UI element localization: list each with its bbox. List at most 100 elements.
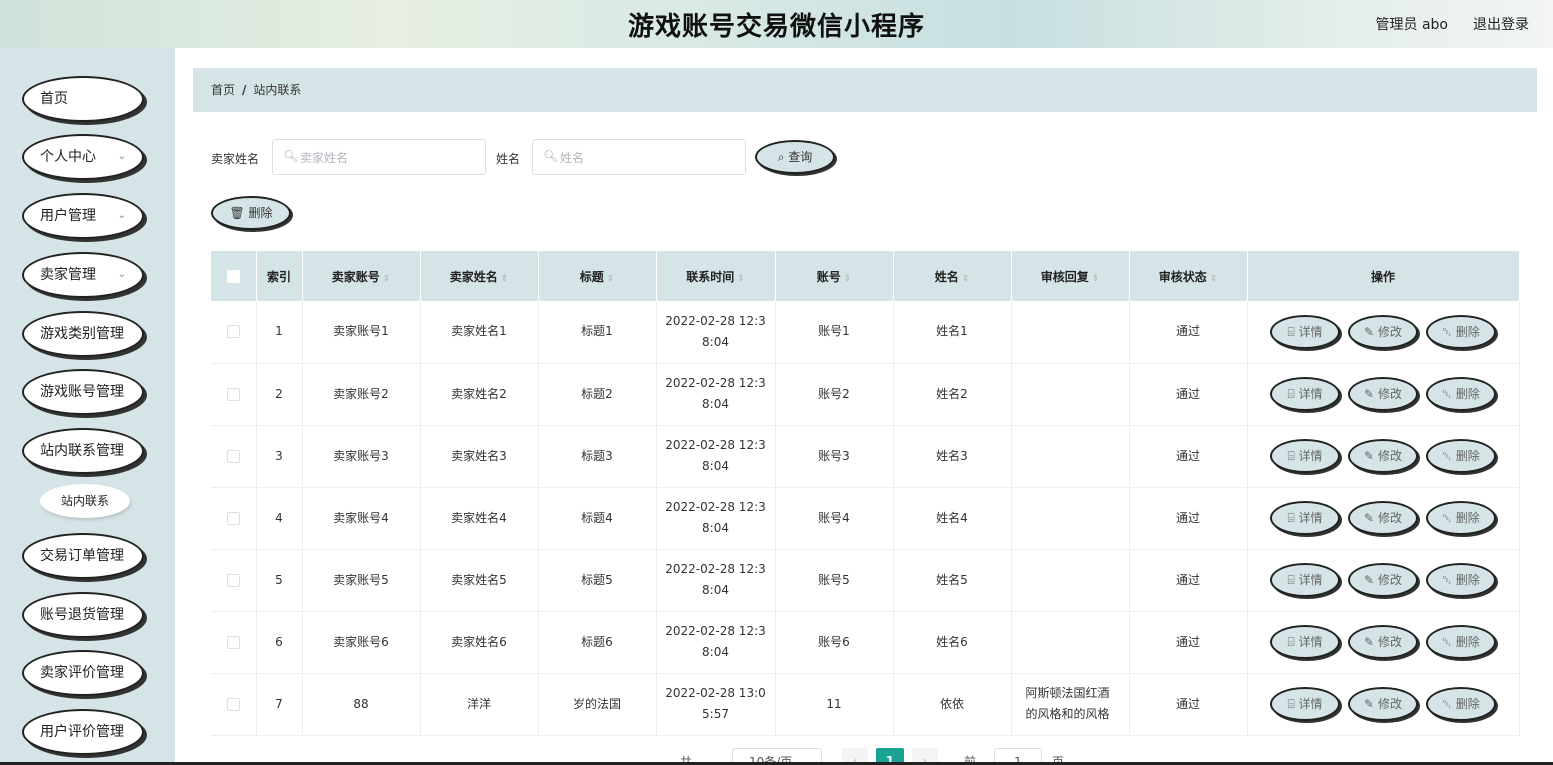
- cell-review-status: 通过: [1129, 301, 1248, 363]
- document-icon: ⌸: [1287, 387, 1295, 401]
- sidebar-item-game-category[interactable]: 游戏类别管理: [22, 311, 144, 357]
- detail-button[interactable]: ⌸ 详情: [1270, 625, 1340, 659]
- row-select-cell[interactable]: [211, 673, 257, 735]
- chevron-down-icon: ⌄: [117, 269, 126, 280]
- cell-name: 姓名1: [893, 301, 1012, 363]
- edit-button[interactable]: ✎ 修改: [1348, 377, 1418, 411]
- delete-button[interactable]: ␡ 删除: [1426, 377, 1496, 411]
- document-icon: ⌸: [1287, 511, 1295, 525]
- cell-name: 姓名4: [893, 487, 1012, 549]
- edit-button-label: 修改: [1377, 697, 1402, 711]
- edit-button[interactable]: ✎ 修改: [1348, 439, 1418, 473]
- row-select-cell[interactable]: [211, 611, 257, 673]
- cell-review-reply: [1011, 363, 1130, 425]
- table-row: 7 88 洋洋 岁的法国 2022-02-28 13:0 5:57 11 依依 阿斯顿法国红酒的…: [211, 673, 1520, 735]
- sidebar-item-trade-orders[interactable]: 交易订单管理: [22, 533, 144, 579]
- cell-review-status: 通过: [1129, 425, 1248, 487]
- detail-button-label: 详情: [1298, 573, 1323, 587]
- header-seller-account[interactable]: 卖家账号 ⇕: [302, 251, 421, 301]
- cell-title: 标题3: [538, 425, 657, 487]
- sort-icon[interactable]: ⇕: [1092, 274, 1100, 284]
- header-name[interactable]: 姓名 ⇕: [893, 251, 1012, 301]
- sidebar-item-user-management[interactable]: 用户管理 ⌄: [22, 193, 144, 239]
- sort-icon[interactable]: ⇕: [1210, 274, 1218, 284]
- detail-button[interactable]: ⌸ 详情: [1270, 687, 1340, 721]
- edit-button[interactable]: ✎ 修改: [1348, 625, 1418, 659]
- delete-button[interactable]: ␡ 删除: [1426, 625, 1496, 659]
- sidebar-item-returns[interactable]: 账号退货管理: [22, 592, 144, 638]
- seller-name-input[interactable]: [300, 148, 470, 168]
- name-field[interactable]: 🔍︎: [532, 139, 746, 175]
- row-checkbox[interactable]: [226, 635, 240, 649]
- pencil-icon: ✎: [1364, 635, 1375, 649]
- row-checkbox[interactable]: [226, 387, 240, 401]
- detail-button[interactable]: ⌸ 详情: [1270, 314, 1340, 349]
- delete-button-label: 删除: [1455, 635, 1480, 649]
- row-select-cell[interactable]: [211, 487, 257, 549]
- cell-title: 岁的法国: [538, 673, 657, 735]
- detail-button[interactable]: ⌸ 详情: [1270, 501, 1340, 535]
- row-checkbox[interactable]: [226, 511, 240, 525]
- select-all-checkbox[interactable]: [226, 270, 240, 283]
- sort-icon[interactable]: ⇕: [383, 274, 391, 284]
- delete-button[interactable]: ␡ 删除: [1426, 563, 1496, 597]
- row-select-cell[interactable]: [211, 301, 257, 363]
- sidebar-item-contact-management[interactable]: 站内联系管理: [22, 428, 144, 474]
- header-label: 姓名: [934, 269, 959, 284]
- cell-index: 1: [256, 301, 303, 363]
- sort-icon[interactable]: ⇕: [962, 274, 970, 284]
- row-checkbox[interactable]: [226, 573, 240, 587]
- sidebar-item-seller-management[interactable]: 卖家管理 ⌄: [22, 252, 144, 298]
- search-button[interactable]: ⌕ 查询: [755, 140, 835, 174]
- cell-review-status: 通过: [1129, 363, 1248, 425]
- cell-review-reply: [1011, 487, 1130, 549]
- sort-icon[interactable]: ⇕: [737, 274, 745, 284]
- app-title: 游戏账号交易微信小程序: [627, 12, 925, 42]
- seller-name-field[interactable]: 🔍︎: [272, 139, 486, 175]
- edit-button[interactable]: ✎ 修改: [1348, 314, 1418, 349]
- delete-button[interactable]: ␡ 删除: [1426, 314, 1496, 349]
- edit-button[interactable]: ✎ 修改: [1348, 563, 1418, 597]
- trash-icon: ␡: [1442, 511, 1452, 525]
- header-contact-time[interactable]: 联系时间 ⇕: [656, 251, 776, 301]
- header-review-status[interactable]: 审核状态 ⇕: [1129, 251, 1248, 301]
- edit-button[interactable]: ✎ 修改: [1348, 501, 1418, 535]
- sidebar-item-game-account[interactable]: 游戏账号管理: [22, 369, 144, 415]
- cell-contact-time: 2022-02-28 13:0 5:57: [656, 673, 776, 735]
- delete-button[interactable]: ␡ 删除: [1426, 687, 1496, 721]
- name-input[interactable]: [560, 148, 730, 168]
- cell-index: 2: [256, 363, 303, 425]
- sort-icon[interactable]: ⇕: [844, 274, 852, 284]
- header-select-all[interactable]: [211, 251, 257, 301]
- sort-icon[interactable]: ⇕: [607, 274, 615, 284]
- header-review-reply[interactable]: 审核回复 ⇕: [1011, 251, 1130, 301]
- edit-button[interactable]: ✎ 修改: [1348, 687, 1418, 721]
- sidebar-item-user-reviews[interactable]: 用户评价管理: [22, 709, 144, 755]
- logout-button[interactable]: 退出登录: [1473, 14, 1529, 34]
- sort-icon[interactable]: ⇕: [501, 274, 509, 284]
- time-line: 8:04: [702, 645, 729, 659]
- detail-button-label: 详情: [1298, 324, 1323, 339]
- row-select-cell[interactable]: [211, 549, 257, 611]
- delete-button[interactable]: ␡ 删除: [1426, 439, 1496, 473]
- header-title[interactable]: 标题 ⇕: [538, 251, 657, 301]
- breadcrumb-home[interactable]: 首页: [211, 83, 235, 97]
- header-label: 卖家姓名: [449, 269, 498, 284]
- sidebar-subitem-contact[interactable]: 站内联系: [40, 484, 130, 518]
- bulk-delete-button[interactable]: 🗑︎ 删除: [211, 196, 291, 230]
- delete-button[interactable]: ␡ 删除: [1426, 501, 1496, 535]
- detail-button[interactable]: ⌸ 详情: [1270, 563, 1340, 597]
- row-checkbox[interactable]: [226, 325, 240, 339]
- header-seller-name[interactable]: 卖家姓名 ⇕: [420, 251, 539, 301]
- cell-name: 姓名3: [893, 425, 1012, 487]
- row-select-cell[interactable]: [211, 363, 257, 425]
- row-select-cell[interactable]: [211, 425, 257, 487]
- row-checkbox[interactable]: [226, 697, 240, 711]
- detail-button[interactable]: ⌸ 详情: [1270, 377, 1340, 411]
- row-checkbox[interactable]: [226, 449, 240, 463]
- header-account[interactable]: 账号 ⇕: [775, 251, 894, 301]
- sidebar-item-home[interactable]: 首页: [22, 76, 144, 122]
- sidebar-item-seller-reviews[interactable]: 卖家评价管理: [22, 650, 144, 696]
- sidebar-item-personal-center[interactable]: 个人中心 ⌄: [22, 134, 144, 180]
- detail-button[interactable]: ⌸ 详情: [1270, 439, 1340, 473]
